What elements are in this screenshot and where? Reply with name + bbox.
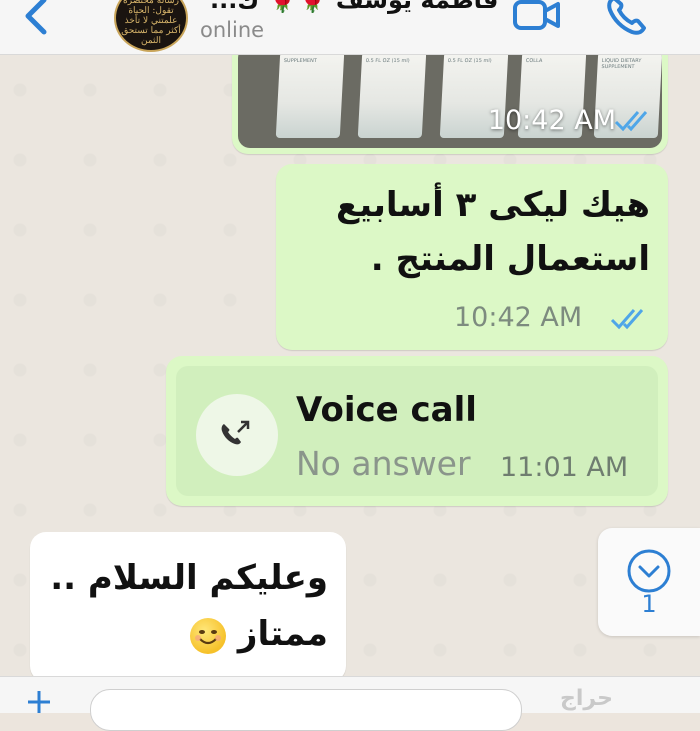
chat-header: رسالة مختصرة تقول: الحياة علمتني لا تأخذ… <box>0 0 700 55</box>
message-line: ممتاز <box>237 614 328 654</box>
read-ticks-icon <box>614 111 648 132</box>
incoming-message-bubble[interactable]: وعليكم السلام .. ممتاز <box>30 532 346 682</box>
phone-icon[interactable] <box>604 0 650 36</box>
sachet-label: LIQUID DIETARY SUPPLEMENT <box>601 58 642 70</box>
sachet-label: 0.5 FL OZ (15 ml) <box>365 58 410 64</box>
message-text: وعليكم السلام .. ممتاز <box>38 550 328 662</box>
message-time: 10:42 AM <box>454 302 583 333</box>
chevron-down-icon <box>627 549 671 593</box>
contact-status: online <box>200 18 265 42</box>
sachet-label: 0.5 FL OZ (15 ml) <box>447 58 492 64</box>
call-subtitle: No answer <box>296 444 471 483</box>
scroll-to-bottom-button[interactable]: 1 <box>598 528 700 636</box>
sachet-label: COLLA <box>525 58 543 64</box>
message-time: 10:42 AM <box>487 105 616 136</box>
voice-call-bubble[interactable]: Voice call No answer 11:01 AM <box>166 356 668 506</box>
outgoing-call-icon <box>221 420 250 445</box>
message-text: هيك ليكى ٣ أسابيع استعمال المنتج . <box>290 178 650 286</box>
video-call-icon[interactable] <box>512 0 562 34</box>
image-message-bubble[interactable]: SUPPLEMENT 0.5 FL OZ (15 ml) 0.5 FL OZ (… <box>232 40 668 154</box>
message-line: استعمال المنتج . <box>370 239 650 279</box>
contact-name[interactable]: فاطمة يوسف 🌹🌹 ك... <box>210 0 498 14</box>
message-line: وعليكم السلام .. <box>50 558 328 598</box>
message-line-with-emoji: ممتاز <box>38 606 328 662</box>
watermark: حراج <box>560 686 613 711</box>
back-chevron-icon[interactable] <box>14 0 54 42</box>
sachet-label: SUPPLEMENT <box>283 58 318 64</box>
call-icon-circle <box>196 394 278 476</box>
call-title: Voice call <box>296 390 477 430</box>
plus-icon[interactable] <box>24 687 54 717</box>
smiling-emoji-icon <box>190 617 227 654</box>
voice-call-card[interactable]: Voice call No answer 11:01 AM <box>176 366 658 496</box>
avatar[interactable]: رسالة مختصرة تقول: الحياة علمتني لا تأخذ… <box>114 0 188 52</box>
sachet-1: SUPPLEMENT <box>275 52 345 138</box>
message-input[interactable] <box>90 689 522 731</box>
read-ticks-icon <box>610 309 644 330</box>
avatar-text: رسالة مختصرة تقول: الحياة علمتني لا تأخذ… <box>121 0 181 46</box>
message-time: 11:01 AM <box>500 452 629 483</box>
product-photo[interactable]: SUPPLEMENT 0.5 FL OZ (15 ml) 0.5 FL OZ (… <box>238 46 662 148</box>
sachet-2: 0.5 FL OZ (15 ml) <box>357 52 427 138</box>
unread-count: 1 <box>641 590 657 618</box>
text-message-bubble[interactable]: هيك ليكى ٣ أسابيع استعمال المنتج . 10:42… <box>276 164 668 350</box>
message-line: هيك ليكى ٣ أسابيع <box>336 185 650 225</box>
